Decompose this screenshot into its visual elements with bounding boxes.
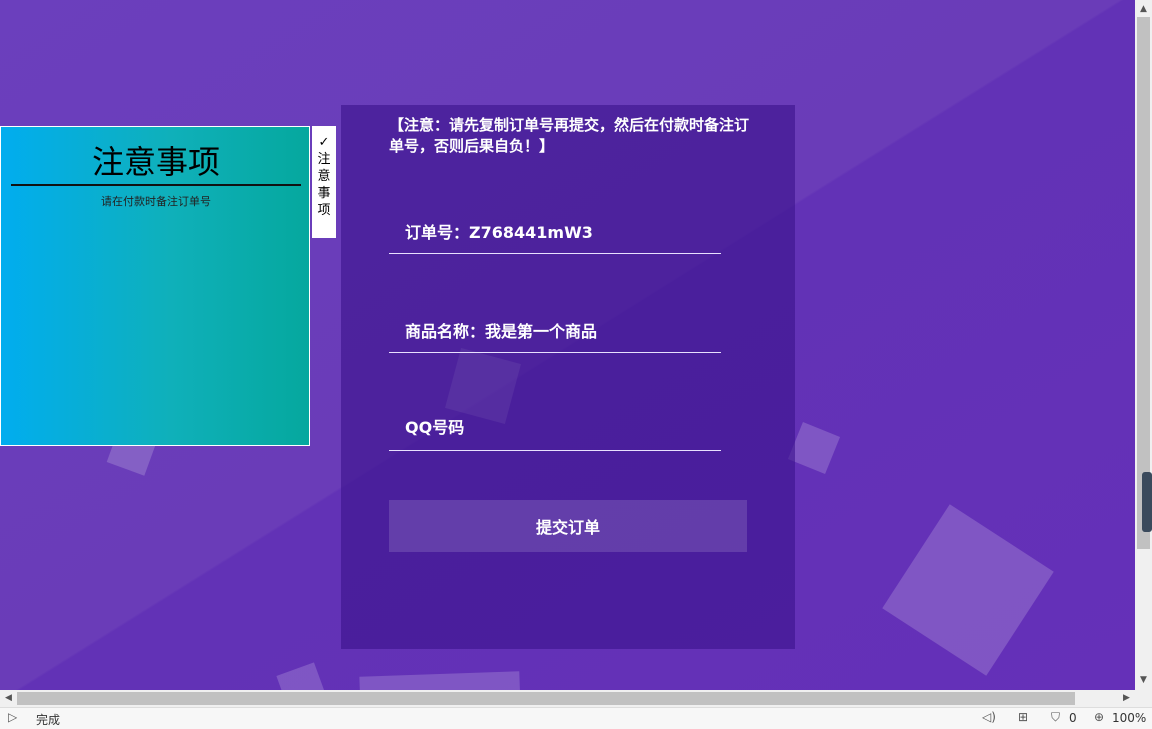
play-icon[interactable]: ▷ (8, 710, 17, 724)
side-gadget-icon[interactable] (1142, 472, 1152, 532)
submit-order-button[interactable]: 提交订单 (389, 500, 747, 552)
status-text: 完成 (36, 713, 61, 727)
notice-title: 注意事项 (91, 143, 220, 181)
notice-tab-char: 注 (317, 152, 331, 167)
warning-text: 【注意：请先复制订单号再提交，然后在付款时备注订单号，否则后果自负！】 (389, 116, 750, 155)
blocked-count: 0 (1069, 711, 1077, 725)
product-name-field[interactable] (389, 307, 721, 353)
zoom-in-icon[interactable]: ⊕ (1094, 710, 1104, 724)
order-number-field[interactable] (389, 208, 721, 254)
decor-square (276, 662, 328, 690)
notice-tab-char: 项 (317, 203, 331, 218)
status-bar: ▷ 完成 ◁) ⊞ ⛉ 0 ⊕ 100% (0, 707, 1152, 729)
notice-toggle-tab[interactable]: ✓ 注 意 事 项 (312, 126, 336, 238)
notice-text: 请在付款时备注订单号 (101, 195, 211, 208)
scroll-right-icon[interactable]: ▶ (1118, 690, 1135, 707)
order-form-panel: 【注意：请先复制订单号再提交，然后在付款时备注订单号，否则后果自负！】 提交订单 (341, 105, 795, 649)
speaker-icon[interactable]: ◁) (982, 710, 996, 724)
decor-square (882, 504, 1054, 676)
scroll-down-icon[interactable]: ▼ (1135, 672, 1152, 689)
vertical-scroll-thumb[interactable] (1137, 17, 1150, 549)
notice-divider (11, 184, 301, 186)
decor-square (787, 421, 841, 475)
scroll-left-icon[interactable]: ◀ (0, 690, 17, 707)
horizontal-scroll-thumb[interactable] (17, 692, 1075, 705)
scroll-up-icon[interactable]: ▲ (1135, 1, 1152, 18)
notice-tab-char: 事 (317, 186, 331, 201)
notice-panel: 注意事项 请在付款时备注订单号 (0, 126, 310, 446)
decor-square (359, 671, 521, 690)
check-icon: ✓ (318, 135, 330, 150)
zoom-level[interactable]: 100% (1112, 711, 1146, 725)
qq-number-input[interactable] (389, 405, 721, 451)
shield-icon[interactable]: ⛉ (1051, 710, 1060, 725)
download-icon[interactable]: ⊞ (1018, 710, 1028, 724)
notice-tab-char: 意 (317, 169, 331, 184)
